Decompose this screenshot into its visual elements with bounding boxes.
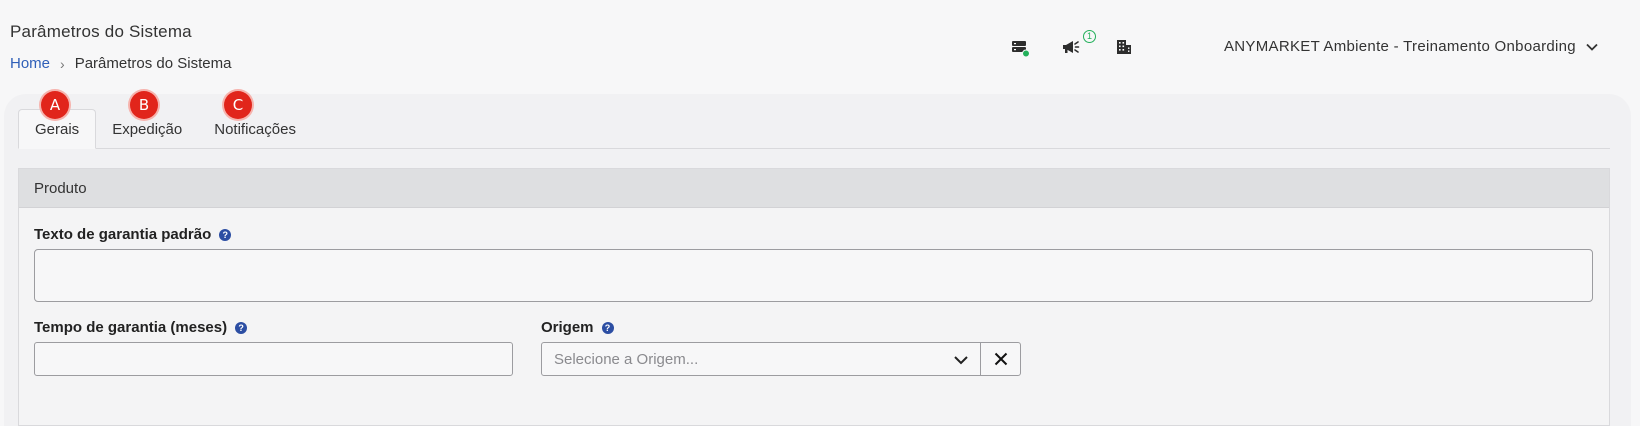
produto-panel: Produto Texto de garantia padrão ? Tempo…: [18, 168, 1610, 426]
megaphone-icon[interactable]: [1061, 37, 1081, 57]
breadcrumb-current: Parâmetros do Sistema: [74, 55, 232, 72]
origin-label: Origem ?: [541, 319, 614, 336]
chevron-down-icon: [1586, 43, 1598, 51]
help-icon[interactable]: ?: [235, 321, 248, 334]
breadcrumb-home-link[interactable]: Home: [10, 55, 50, 72]
announcements-count-badge: 1: [1083, 30, 1096, 43]
panel-header: Produto: [19, 169, 1609, 208]
chevron-down-icon: [954, 356, 968, 365]
origin-select[interactable]: Selecione a Origem...: [541, 342, 981, 376]
origin-select-placeholder: Selecione a Origem...: [554, 351, 699, 368]
close-icon: [994, 352, 1007, 366]
account-selector[interactable]: ANYMARKET Ambiente - Treinamento Onboard…: [1224, 38, 1598, 55]
breadcrumb: Home › Parâmetros do Sistema: [10, 55, 231, 72]
account-label: ANYMARKET Ambiente - Treinamento Onboard…: [1224, 38, 1576, 55]
help-icon[interactable]: ?: [601, 321, 614, 334]
tab-label: Expedição: [112, 120, 183, 138]
warranty-time-input[interactable]: [34, 342, 513, 376]
tab-bar: Gerais Expedição Notificações: [18, 109, 1610, 149]
warranty-text-label: Texto de garantia padrão ?: [34, 226, 232, 243]
tab-notificacoes[interactable]: Notificações: [198, 109, 312, 149]
tab-label: Notificações: [214, 120, 296, 138]
page-title: Parâmetros do Sistema: [10, 22, 192, 41]
warranty-text-label-text: Texto de garantia padrão: [34, 226, 212, 243]
annotation-badge-c: C: [224, 91, 252, 119]
breadcrumb-separator-icon: ›: [60, 55, 65, 72]
warranty-time-label: Tempo de garantia (meses) ?: [34, 319, 248, 336]
annotation-badge-b: B: [130, 91, 158, 119]
building-icon[interactable]: [1114, 37, 1134, 57]
warranty-time-label-text: Tempo de garantia (meses): [34, 319, 228, 336]
tab-label: Gerais: [35, 120, 80, 138]
help-icon[interactable]: ?: [219, 228, 232, 241]
origin-label-text: Origem: [541, 319, 594, 336]
warranty-text-textarea[interactable]: [34, 249, 1593, 302]
origin-clear-button[interactable]: [980, 342, 1021, 376]
server-status-icon[interactable]: [1010, 38, 1030, 58]
annotation-badge-a: A: [41, 91, 69, 119]
